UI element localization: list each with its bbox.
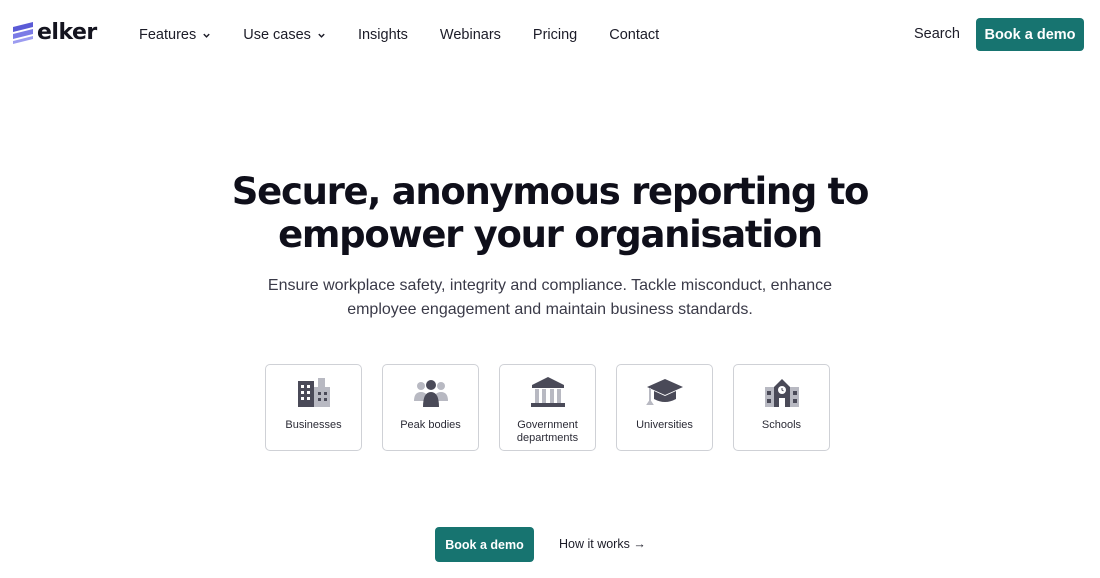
government-building-icon (529, 376, 567, 408)
office-buildings-icon (295, 376, 333, 408)
how-it-works-link[interactable]: How it works → (559, 537, 646, 551)
nav-item-insights[interactable]: Insights (358, 27, 408, 43)
card-label: Peak bodies (400, 419, 461, 431)
card-label: Government departments (517, 419, 578, 445)
hero-title-line: Secure, anonymous reporting to (231, 170, 870, 213)
hero-title-line: empower your organisation (278, 213, 823, 256)
main-menu: Features Use cases Insights Webinars Pri… (139, 25, 691, 45)
nav-item-pricing[interactable]: Pricing (533, 27, 577, 43)
hero-subtitle-line: Ensure workplace safety, integrity and c… (267, 277, 833, 294)
logo-wordmark: elker (37, 20, 97, 45)
nav-item-features[interactable]: Features (139, 27, 211, 43)
hero-book-demo-button[interactable]: Book a demo (435, 527, 534, 562)
nav-item-webinars[interactable]: Webinars (440, 27, 501, 43)
card-peak-bodies[interactable]: Peak bodies (382, 364, 479, 451)
nav-item-label: Features (139, 27, 197, 43)
people-group-icon (412, 376, 450, 408)
hero-subtitle: Ensure workplace safety, integrity and c… (245, 274, 855, 322)
school-building-icon (763, 376, 801, 408)
card-businesses[interactable]: Businesses (265, 364, 362, 451)
card-label: Businesses (285, 419, 342, 431)
chevron-down-icon (203, 33, 210, 38)
nav-item-use-cases[interactable]: Use cases (243, 27, 326, 43)
card-universities[interactable]: Universities (616, 364, 713, 451)
book-demo-button[interactable]: Book a demo (976, 18, 1084, 51)
hero-title: Secure, anonymous reporting to empower y… (0, 170, 1100, 256)
elker-logo-icon (13, 22, 33, 44)
audience-cards: Businesses Peak bodies Government depart… (265, 364, 830, 451)
card-label-line: departments (516, 432, 579, 444)
hero-subtitle-line: employee engagement and maintain busines… (347, 301, 753, 318)
search-link[interactable]: Search (914, 26, 960, 42)
card-government-departments[interactable]: Government departments (499, 364, 596, 451)
top-navigation: elker Features Use cases Insights Webina… (0, 0, 1100, 70)
card-label: Universities (636, 419, 693, 431)
elker-logo[interactable]: elker (12, 19, 97, 47)
nav-item-label: Use cases (243, 27, 311, 43)
chevron-down-icon (318, 33, 325, 38)
card-schools[interactable]: Schools (733, 364, 830, 451)
card-label: Schools (761, 419, 802, 431)
nav-item-contact[interactable]: Contact (609, 27, 659, 43)
card-label-line: Government (517, 419, 578, 431)
graduation-cap-icon (645, 376, 684, 408)
